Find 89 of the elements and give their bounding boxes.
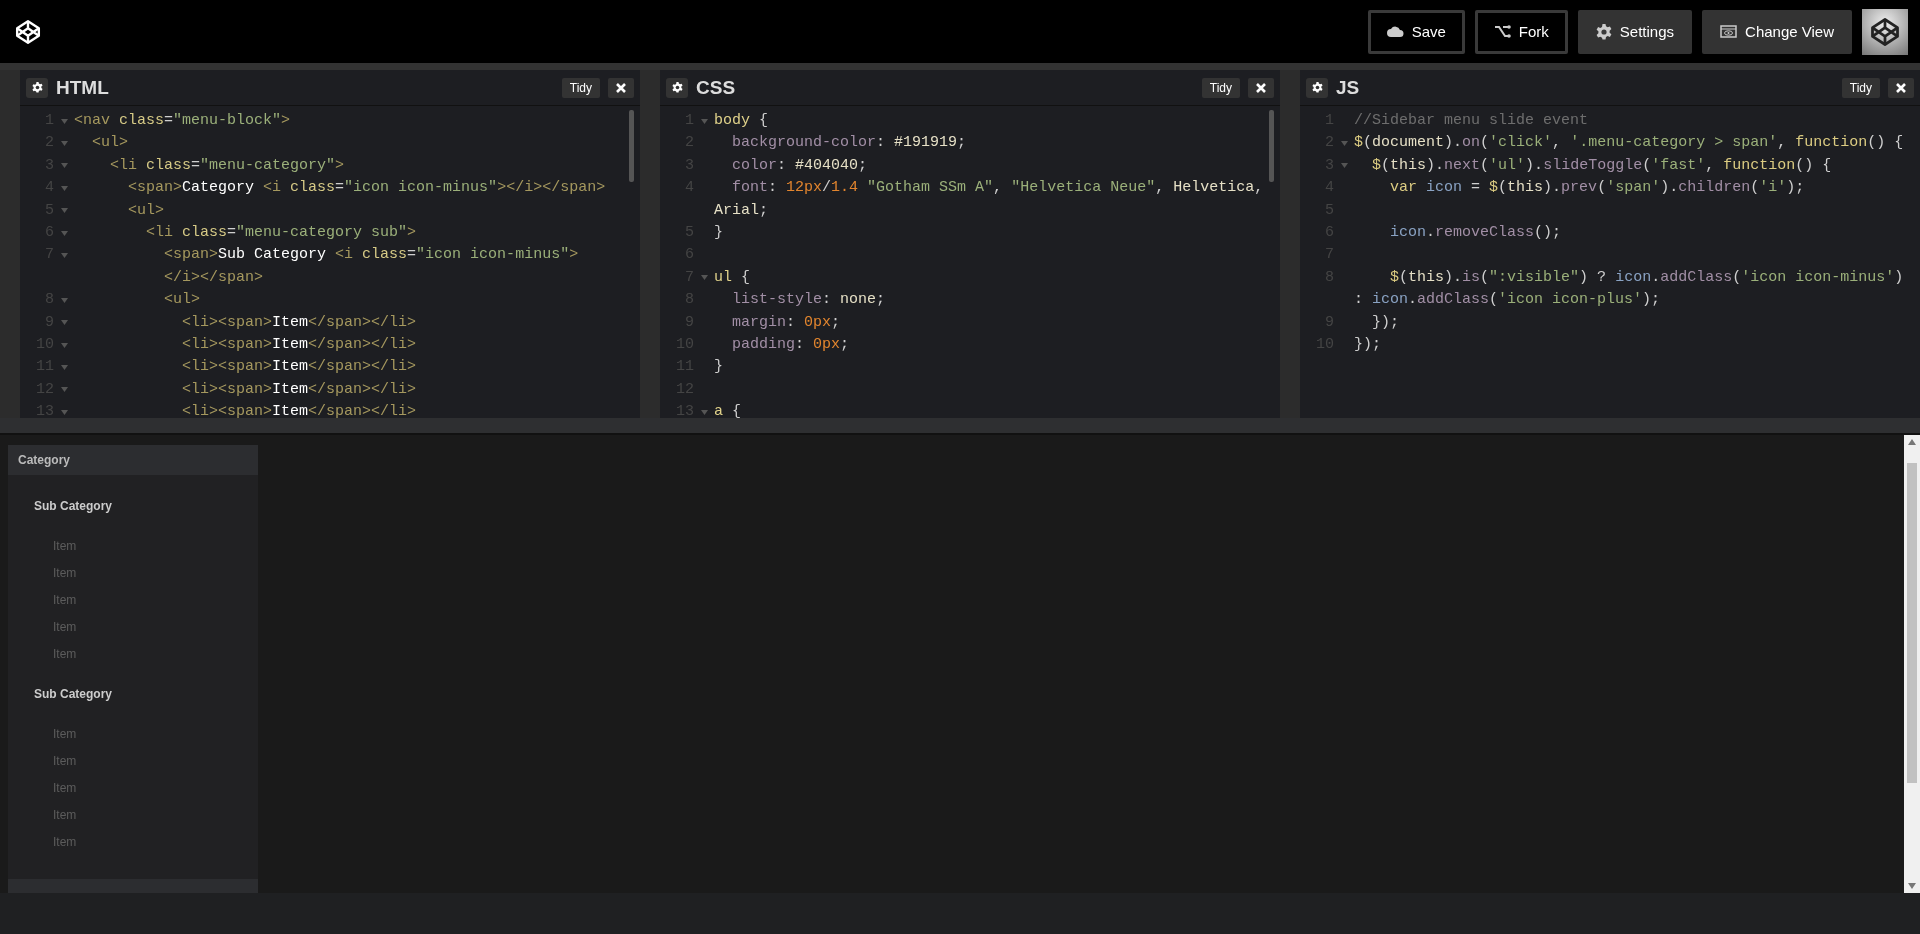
editor-title: JS	[1336, 76, 1361, 99]
code-line: background-color: #191919;	[731, 133, 967, 154]
fold-arrow-icon[interactable]	[60, 342, 68, 348]
fold-arrow-icon[interactable]	[60, 230, 68, 236]
codepen-logo-icon[interactable]	[15, 18, 41, 45]
fold-arrow-icon[interactable]	[60, 297, 68, 303]
close-button[interactable]	[608, 77, 634, 98]
save-button[interactable]: Save	[1367, 9, 1465, 54]
fold-arrow-icon[interactable]	[60, 253, 68, 259]
code-line: <li><span>Item</span></li>	[181, 379, 417, 400]
code-line: <nav class="menu-block">	[74, 111, 291, 131]
sub-category[interactable]: Sub Category	[8, 677, 112, 711]
fork-icon	[1493, 25, 1511, 38]
fold-arrow-icon[interactable]	[60, 387, 68, 393]
settings-button[interactable]	[1306, 77, 1328, 98]
fold-arrow-icon[interactable]	[60, 141, 68, 147]
window-eye-icon	[1720, 25, 1738, 38]
scroll-up-icon[interactable]	[1908, 439, 1916, 445]
fold-arrow-icon[interactable]	[60, 118, 68, 124]
fold-arrow-icon[interactable]	[700, 409, 708, 415]
fold-arrow-icon[interactable]	[60, 365, 68, 370]
code-line: <li class="menu-category">	[109, 155, 345, 176]
code-line: margin: 0px;	[731, 312, 841, 333]
scrollbar[interactable]	[629, 110, 634, 182]
code-line: $(document).on('click', '.menu-category > span', function() {	[1354, 133, 1904, 154]
fold-arrow-icon[interactable]	[1340, 163, 1348, 169]
code-line: <ul>	[91, 133, 128, 154]
code-line: ul {	[714, 267, 751, 288]
settings-button[interactable]	[26, 77, 48, 98]
settings-button[interactable]	[666, 77, 688, 98]
code-line: }	[714, 222, 723, 243]
code-line: color: #404040;	[731, 155, 868, 176]
close-button[interactable]	[1248, 77, 1274, 98]
scrollbar[interactable]	[1904, 435, 1920, 893]
code-line: </i></span>	[163, 267, 264, 288]
tidy-button[interactable]: Tidy	[1201, 77, 1240, 98]
code-line: <ul>	[163, 290, 201, 311]
code-line: //Sidebar menu slide event	[1354, 111, 1589, 131]
editor-title: CSS	[696, 76, 737, 99]
settings-icon	[671, 82, 683, 93]
fold-arrow-icon[interactable]	[60, 320, 68, 326]
code-line: <li><span>Item</span></li>	[181, 357, 417, 378]
code-line: <li><span>Item</span></li>	[181, 402, 417, 418]
category-header[interactable]: Category	[8, 445, 258, 475]
code-line: list-style: none;	[731, 290, 886, 311]
settings-icon	[1311, 82, 1323, 93]
gear-icon	[1595, 23, 1612, 40]
code-line: <li class="menu-category sub">	[145, 222, 417, 243]
fold-arrow-icon[interactable]	[1340, 141, 1348, 147]
code-line: $(this).is(":visible") ? icon.addClass('icon icon-minus')	[1389, 267, 1904, 288]
close-icon	[616, 82, 626, 93]
fold-arrow-icon[interactable]	[700, 118, 708, 124]
code-line: <li><span>Item</span></li>	[181, 312, 417, 333]
tidy-button[interactable]: Tidy	[1841, 77, 1880, 98]
fold-arrow-icon[interactable]	[60, 185, 68, 191]
close-icon	[1256, 82, 1266, 93]
settings-button[interactable]: Settings	[1577, 9, 1693, 54]
settings-icon	[31, 82, 43, 93]
code-line: <span>Sub Category <i class="icon icon-minus">	[163, 245, 579, 266]
code-line: icon.removeClass();	[1389, 222, 1562, 243]
code-line: $(this).next('ul').slideToggle('fast', function() {	[1371, 155, 1832, 176]
editor-title: HTML	[56, 76, 110, 99]
close-button[interactable]	[1888, 77, 1914, 98]
code-line: a {	[714, 402, 742, 418]
cloud-icon	[1386, 26, 1404, 37]
code-line: padding: 0px;	[731, 334, 850, 355]
avatar-image[interactable]	[1862, 8, 1908, 55]
code-line: });	[1354, 334, 1381, 355]
scrollbar[interactable]	[1269, 110, 1274, 182]
code-line: var icon = $(this).prev('span').children('i');	[1389, 178, 1805, 199]
fold-arrow-icon[interactable]	[60, 163, 68, 169]
code-line: Arial;	[714, 200, 769, 221]
code-line: : icon.addClass('icon icon-plus');	[1354, 290, 1661, 311]
code-line: <span>Category <i class="icon icon-minus"></i></span>	[127, 178, 606, 199]
code-line: font: 12px/1.4 "Gotham SSm A", "Helvetica Neue", Helvetica,	[731, 178, 1264, 199]
sub-category[interactable]: Sub Category	[8, 489, 112, 523]
code-line: <ul>	[127, 200, 164, 221]
tidy-button[interactable]: Tidy	[561, 77, 600, 98]
close-icon	[1896, 82, 1906, 93]
fork-button[interactable]: Fork	[1474, 9, 1568, 54]
code-line: <li><span>Item</span></li>	[181, 334, 417, 355]
change-view-button[interactable]: Change View	[1702, 9, 1852, 54]
fold-arrow-icon[interactable]	[60, 409, 68, 415]
fold-arrow-icon[interactable]	[700, 275, 708, 281]
fold-arrow-icon[interactable]	[60, 208, 68, 214]
scroll-down-icon[interactable]	[1908, 883, 1916, 889]
code-line: body {	[714, 111, 769, 131]
code-line: });	[1371, 312, 1399, 333]
code-line: }	[714, 357, 723, 378]
